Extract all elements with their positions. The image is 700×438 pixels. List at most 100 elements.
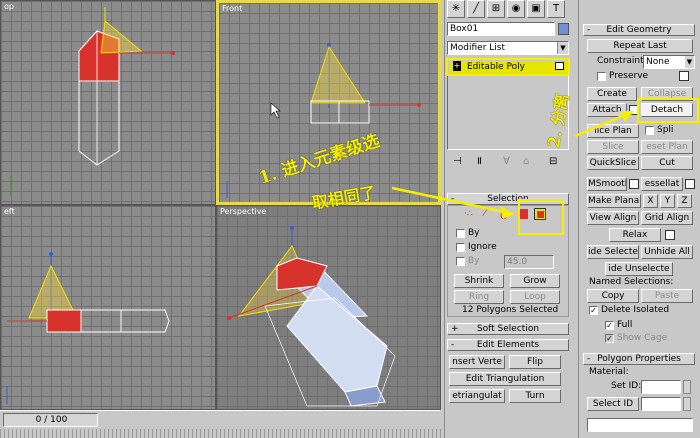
- utilities-icon[interactable]: T: [547, 0, 565, 18]
- paste-button[interactable]: Paste: [641, 289, 693, 303]
- full-interactivity-label: Full: [617, 320, 633, 330]
- remove-modifier-icon[interactable]: ⌂: [523, 156, 529, 167]
- slice-button[interactable]: Slice: [587, 140, 639, 154]
- make-planar-button[interactable]: Make Planar: [587, 194, 641, 208]
- viewport-front[interactable]: Front: [216, 0, 441, 205]
- attach-button[interactable]: Attach: [587, 103, 627, 117]
- hide-selected-button[interactable]: ide Selecte: [587, 245, 639, 259]
- set-id-spinner-arrows[interactable]: [683, 380, 691, 394]
- material-label: Material:: [589, 367, 629, 377]
- repeat-last-button[interactable]: Repeat Last: [587, 39, 693, 53]
- stack-highlight: [446, 58, 570, 76]
- angle-spinner[interactable]: 45.0: [504, 255, 554, 269]
- motion-icon[interactable]: ◉: [507, 0, 525, 18]
- modify-icon[interactable]: ╱: [467, 0, 485, 18]
- shrink-button[interactable]: Shrink: [454, 274, 504, 288]
- expand-icon: +: [451, 324, 459, 334]
- viewport-top[interactable]: op: [0, 0, 216, 205]
- viewport-perspective[interactable]: Perspective: [216, 205, 441, 410]
- delete-isolated-checkbox[interactable]: ✓: [589, 306, 598, 315]
- edit-triangulation-button[interactable]: Edit Triangulation: [449, 372, 561, 386]
- configure-sets-icon[interactable]: ⊟: [549, 156, 557, 167]
- preserve-uvs-label: Preserve: [609, 71, 649, 81]
- full-interactivity-checkbox[interactable]: ✓: [605, 321, 614, 330]
- pin-stack-icon[interactable]: ⊣: [453, 156, 462, 167]
- object-name-field[interactable]: Box01: [447, 22, 555, 36]
- top-scene: [10, 7, 175, 196]
- make-unique-icon[interactable]: ∀: [503, 156, 510, 167]
- insert-vertex-button[interactable]: nsert Verte: [449, 355, 505, 369]
- viewport-left[interactable]: eft: [0, 205, 216, 410]
- left-scene: [6, 252, 170, 404]
- create-button[interactable]: Create: [587, 87, 637, 101]
- detach-highlight: [637, 98, 699, 123]
- by-angle-checkbox[interactable]: [456, 257, 465, 266]
- time-slider[interactable]: 0 / 100: [3, 413, 98, 427]
- msmooth-button[interactable]: MSmooth: [587, 177, 627, 191]
- front-scene: [226, 43, 421, 198]
- display-icon[interactable]: ▣: [527, 0, 545, 18]
- stack-toolbar: ⊣ Ⅱ ∀ ⌂ ⊟: [447, 154, 569, 170]
- unhide-all-button[interactable]: Unhide All: [641, 245, 693, 259]
- select-id-button[interactable]: Select ID: [587, 397, 639, 411]
- named-selections-label: Named Selections:: [589, 277, 674, 287]
- grow-button[interactable]: Grow: [510, 274, 560, 288]
- set-id-label: Set ID:: [611, 381, 642, 391]
- cut-button[interactable]: Cut: [641, 156, 693, 170]
- flip-button[interactable]: Flip: [509, 355, 561, 369]
- set-id-spinner[interactable]: [641, 380, 681, 394]
- by-vertex-checkbox[interactable]: [456, 229, 465, 238]
- relax-button[interactable]: Relax: [609, 228, 661, 242]
- modifier-list-dropdown[interactable]: Modifier List ▼: [447, 41, 569, 55]
- relax-settings-icon[interactable]: [665, 230, 675, 240]
- constraints-dropdown[interactable]: None ▼: [643, 55, 695, 69]
- quickslice-button[interactable]: QuickSlice: [587, 156, 639, 170]
- collapse-icon: -: [451, 194, 455, 204]
- grid-align-button[interactable]: Grid Align: [641, 211, 693, 225]
- border-level-icon[interactable]: Ꝺ: [500, 208, 508, 222]
- turn-button[interactable]: Turn: [509, 389, 561, 403]
- view-align-button[interactable]: View Align: [587, 211, 639, 225]
- slice-plane-button[interactable]: lice Plan: [587, 124, 639, 138]
- preserve-settings-icon[interactable]: [679, 71, 689, 81]
- reset-plane-button[interactable]: eset Plan: [641, 140, 693, 154]
- ignore-backfacing-label: Ignore: [468, 242, 497, 252]
- tessellate-settings-icon[interactable]: [685, 179, 695, 189]
- chevron-down-icon: ▼: [685, 56, 694, 68]
- hierarchy-icon[interactable]: ⊞: [487, 0, 505, 18]
- planar-x-button[interactable]: X: [643, 194, 658, 208]
- planar-y-button[interactable]: Y: [660, 194, 675, 208]
- select-id-spinner-arrows[interactable]: [683, 397, 691, 411]
- show-cage-checkbox[interactable]: ✓: [605, 334, 614, 343]
- ring-button[interactable]: Ring: [454, 290, 504, 304]
- edit-geometry-rollout-header[interactable]: - Edit Geometry: [583, 24, 695, 36]
- edge-level-icon[interactable]: ⁄: [484, 208, 486, 219]
- angle-value: 45.0: [507, 257, 528, 267]
- create-icon[interactable]: ✳: [447, 0, 465, 18]
- show-end-result-icon[interactable]: Ⅱ: [477, 156, 482, 167]
- collapse-icon: -: [587, 25, 591, 35]
- object-color-swatch[interactable]: [558, 23, 569, 35]
- vertex-level-icon[interactable]: ·∴: [464, 209, 473, 219]
- tessellate-button[interactable]: essellat: [641, 177, 683, 191]
- collapse-icon: -: [587, 354, 591, 364]
- element-level-highlight: [518, 199, 564, 235]
- loop-button[interactable]: Loop: [510, 290, 560, 304]
- split-checkbox[interactable]: [645, 126, 654, 135]
- edit-elements-rollout-header[interactable]: - Edit Elements: [447, 339, 569, 351]
- ignore-backfacing-checkbox[interactable]: [456, 243, 465, 252]
- frame-counter: 0 / 100: [35, 415, 68, 425]
- material-name-dropdown[interactable]: [587, 418, 693, 432]
- polygon-properties-rollout-header[interactable]: - Polygon Properties: [583, 353, 695, 365]
- soft-selection-rollout-header[interactable]: + Soft Selection: [447, 323, 569, 335]
- hide-unselected-button[interactable]: ide Unselecte: [605, 262, 673, 276]
- select-id-spinner[interactable]: [641, 397, 681, 411]
- planar-z-button[interactable]: Z: [677, 194, 692, 208]
- selection-status: 12 Polygons Selected: [462, 305, 559, 315]
- timeline-bar[interactable]: 0 / 100: [0, 410, 441, 438]
- track-bar[interactable]: [0, 429, 441, 438]
- preserve-uvs-checkbox[interactable]: [597, 72, 606, 81]
- msmooth-settings-icon[interactable]: [629, 179, 639, 189]
- copy-button[interactable]: Copy: [587, 289, 639, 303]
- retriangulate-button[interactable]: etriangulat: [449, 389, 505, 403]
